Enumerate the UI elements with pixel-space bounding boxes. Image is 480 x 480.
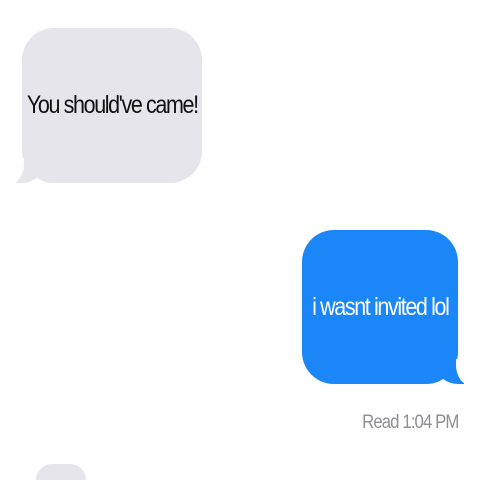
- read-receipt: Read 1:04 PM: [361, 412, 459, 433]
- message-text: i wasnt invited lol: [311, 292, 450, 321]
- message-thread: You should've came! i wasnt invited lol …: [0, 0, 480, 480]
- message-text: You should've came!: [26, 91, 199, 119]
- incoming-message-bubble[interactable]: You should've came!: [6, 28, 202, 184]
- outgoing-message-bubble[interactable]: i wasnt invited lol: [302, 230, 474, 385]
- partial-incoming-message-bubble[interactable]: [36, 464, 86, 480]
